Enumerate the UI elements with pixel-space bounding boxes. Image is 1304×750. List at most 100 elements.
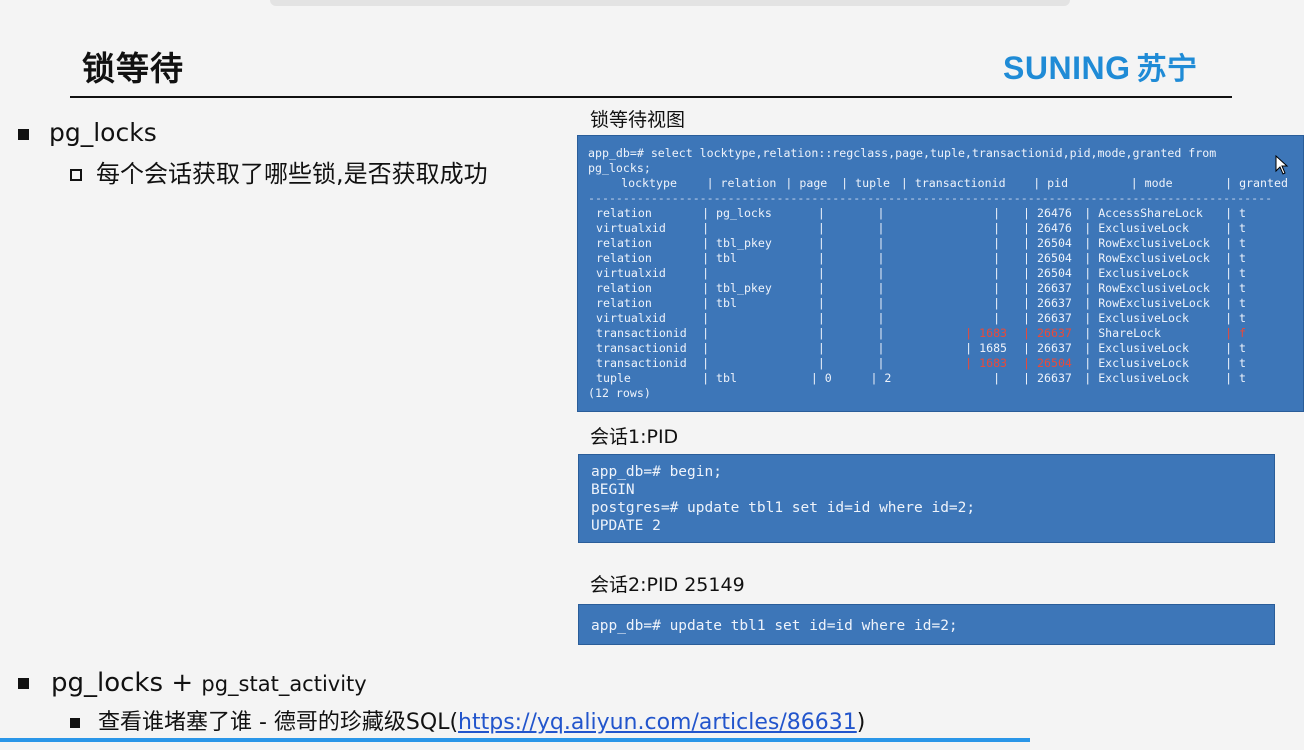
aliyun-article-link[interactable]: https://yq.aliyun.com/articles/86631 [458,710,857,735]
table-row: relation | tbl_pkey | | | | 26637 | RowExcl… [588,281,1288,296]
table-cell: transactionid [596,326,687,340]
logo-latin: SUNING [1003,50,1131,86]
table-cell: | pg_locks [702,206,772,220]
session2-terminal-panel: app_db=# update tbl1 set id=id where id=… [578,604,1275,645]
bullet-text: pg_locks [49,118,157,147]
table-cell: | [993,236,1008,250]
table-cell: transactionid [596,356,687,370]
table-row: transactionid | | | | 1683 | 26504 | Exclus… [588,356,1288,371]
table-cell: | [702,266,717,280]
table-row: transactionid | | | | 1683 | 26637 | ShareL… [588,326,1288,341]
table-row: virtualxid | | | | | 26504 | ExclusiveLock… [588,266,1288,281]
title-divider [70,96,1232,98]
session1-terminal-panel: app_db=# begin; BEGIN postgres=# update … [578,454,1275,543]
table-cell: | [993,371,1008,385]
table-cell: transactionid [596,341,687,355]
sub-bullet-text: 每个会话获取了哪些锁,是否获取成功 [96,160,488,188]
table-cell: | t [1225,236,1247,250]
table-cell: | t [1225,341,1247,355]
table-cell: | ExclusiveLock [1084,311,1189,325]
table-cell: | [817,341,832,355]
table-cell: | 1685 [965,341,1008,355]
table-cell: | [817,281,832,295]
table-cell: virtualxid [596,311,666,325]
table-cell: | 26637 [1023,371,1072,385]
table-cell: | [877,236,892,250]
table-cell: | AccessShareLock [1084,206,1203,220]
table-cell: | tbl_pkey [702,236,772,250]
table-cell: relation [596,206,652,220]
table-cell: | ExclusiveLock [1084,341,1189,355]
table-cell: | 26637 [1023,281,1072,295]
column-header: | granted [1225,176,1288,190]
table-cell: | [993,311,1008,325]
table-row: relation | tbl | | | | 26504 | RowExclusive… [588,251,1288,266]
query-line-2: pg_locks; [588,161,651,175]
table-cell: | [817,296,832,310]
table-cell: | [702,311,717,325]
table-row: transactionid | | | | 1685 | 26637 | Exclus… [588,341,1288,356]
table-cell: | [817,266,832,280]
table-cell: | 26637 [1023,326,1072,340]
table-cell: tuple [596,371,631,385]
table-cell: | t [1225,281,1247,295]
table-cell: relation [596,296,652,310]
table-cell: | ShareLock [1084,326,1162,340]
table-cell: | [817,221,832,235]
bullet-plus: + [171,668,194,698]
table-cell: | [702,221,717,235]
table-cell: | 26637 [1023,341,1072,355]
bullet-main-text: pg_locks [51,668,164,698]
table-cell: | [877,326,892,340]
table-cell: | [877,206,892,220]
table-row: virtualxid | | | | | 26476 | ExclusiveLock… [588,221,1288,236]
table-cell: | RowExclusiveLock [1084,281,1210,295]
table-cell: | 2 [870,371,892,385]
table-cell: | [993,251,1008,265]
table-cell: | tbl_pkey [702,281,772,295]
table-cell: | f [1225,326,1247,340]
page-title: 锁等待 [82,49,184,88]
table-cell: | t [1225,206,1247,220]
table-cell: | 26637 [1023,296,1072,310]
table-row: relation | pg_locks | | | | 26476 | AccessS… [588,206,1288,221]
square-bullet-icon [70,718,80,728]
bullet-pg-locks: pg_locks [18,118,157,147]
table-cell: | tbl [702,296,737,310]
column-header: | pid [1033,176,1069,190]
table-cell: | RowExclusiveLock [1084,296,1210,310]
table-cell: | [877,341,892,355]
table-cell: | 26504 [1023,266,1072,280]
table-cell: | 1683 [965,356,1008,370]
table-cell: | t [1225,356,1247,370]
bullet-small-text: pg_stat_activity [201,672,367,696]
table-cell: | ExclusiveLock [1084,221,1189,235]
session1-line: postgres=# update tbl1 set id=id where i… [591,500,976,516]
caption-session1: 会话1:PID [590,426,679,448]
bullet-pg-locks-activity: pg_locks + pg_stat_activity [18,668,367,698]
table-cell: | RowExclusiveLock [1084,251,1210,265]
table-cell: | [993,221,1008,235]
table-cell: | [877,311,892,325]
table-cell: | [817,251,832,265]
table-cell: | [877,281,892,295]
square-bullet-icon [18,678,29,689]
table-cell: | ExclusiveLock [1084,371,1189,385]
table-cell: | t [1225,266,1247,280]
locks-result-table: locktype | relation | page | tuple | transac… [588,176,1288,386]
table-cell: | t [1225,371,1247,385]
caption-locks-view: 锁等待视图 [590,109,686,131]
table-cell: virtualxid [596,221,666,235]
caption-session2: 会话2:PID 25149 [590,574,745,596]
table-cell: | [702,326,717,340]
session1-line: UPDATE 2 [591,518,661,534]
column-header: | page [785,176,828,190]
table-cell: | [877,266,892,280]
table-cell: | [817,236,832,250]
query-line-1: app_db=# select locktype,relation::regcl… [588,146,1217,160]
table-cell: | [817,326,832,340]
table-cell: | [877,251,892,265]
table-row: relation | tbl_pkey | | | | 26504 | RowExcl… [588,236,1288,251]
sub-bullet-text: 查看谁堵塞了谁 - 德哥的珍藏级SQL( [98,710,459,735]
table-cell: | [817,311,832,325]
